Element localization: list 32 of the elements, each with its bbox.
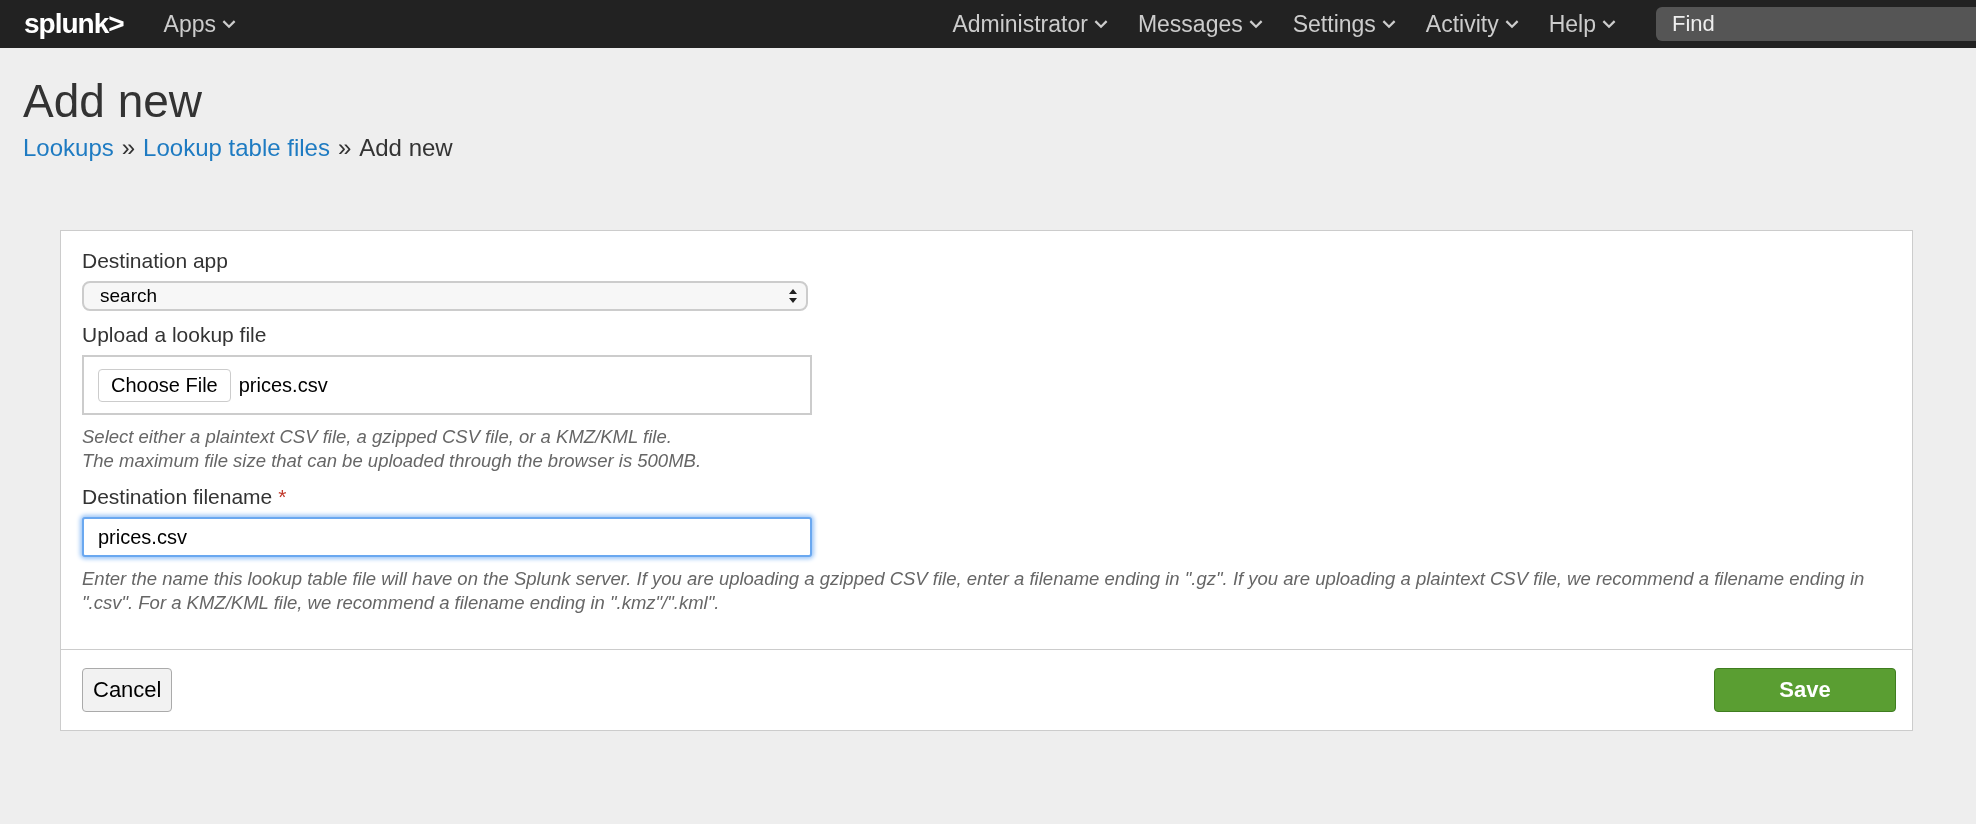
- search-field[interactable]: Find: [1656, 7, 1976, 41]
- choose-file-button[interactable]: Choose File: [98, 368, 231, 402]
- field-label: Destination filename: [82, 485, 273, 510]
- chevron-icon: [1602, 19, 1616, 29]
- nav-menu[interactable]: Help: [1548, 10, 1616, 38]
- nav-menu[interactable]: Messages: [1137, 10, 1263, 38]
- help-text: Enter the name this lookup table file will have on the Splunk server. If you are uploading a gzipped CSV file, enter a filename ending in ".gz". If you are uploading a plaintext CSV file, we recommend a filename ending in ".csv". For a KMZ/KML file, we recommend a filename ending in ".kmz"/".kml".: [82, 567, 1866, 616]
- help-text: Select either a plaintext CSV file, a gzipped CSV file, or a KMZ/KML file. The maximum file size that can be uploaded through the browser is 500MB.: [82, 425, 703, 474]
- chevron-icon: [1504, 19, 1519, 29]
- nav-menu[interactable]: Activity: [1425, 10, 1519, 38]
- field-label: Upload a lookup file: [82, 323, 267, 347]
- nav-menu[interactable]: Settings: [1292, 10, 1396, 38]
- file-name: prices.csv: [238, 373, 328, 397]
- page-title: Add new: [23, 74, 203, 128]
- breadcrumb-separator: »: [121, 134, 136, 162]
- app-select[interactable]: search: [82, 281, 808, 311]
- breadcrumb-link[interactable]: Lookups: [23, 134, 114, 162]
- filename-input[interactable]: prices.csv: [82, 517, 812, 558]
- breadcrumb-current: Add new: [359, 134, 453, 162]
- breadcrumb-separator: »: [337, 134, 352, 162]
- field-label: Destination app: [82, 249, 228, 273]
- chevron-icon: [1381, 19, 1396, 29]
- chevron-icon: [222, 19, 237, 29]
- apps-menu[interactable]: Apps: [163, 10, 237, 38]
- cancel-button[interactable]: Cancel: [82, 668, 173, 713]
- logo[interactable]: splunk>: [24, 8, 124, 40]
- chevron-icon: [1093, 19, 1108, 29]
- chevron-icon: [1248, 19, 1263, 29]
- select-arrows-icon: [788, 288, 798, 304]
- required-mark: *: [278, 485, 287, 510]
- breadcrumb-link[interactable]: Lookup table files: [143, 134, 330, 162]
- nav-menu[interactable]: Administrator: [952, 10, 1108, 38]
